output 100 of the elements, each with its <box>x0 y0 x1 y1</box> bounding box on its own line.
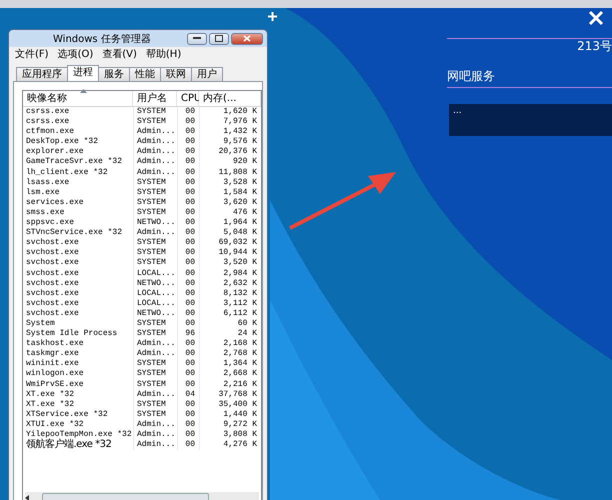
table-cell: 00 <box>177 218 199 228</box>
table-cell: 00 <box>177 208 199 218</box>
tab[interactable]: 性能 <box>129 67 161 81</box>
table-cell: SYSTEM <box>133 248 177 258</box>
table-cell: SYSTEM <box>133 107 177 118</box>
table-cell: 00 <box>177 430 199 440</box>
tab[interactable]: 进程 <box>67 65 99 81</box>
table-cell: 00 <box>177 288 199 299</box>
table-cell: 00 <box>177 157 199 168</box>
menu-item[interactable]: 选项(O) <box>58 47 94 61</box>
table-cell: SYSTEM <box>133 178 177 188</box>
table-cell-text: XTUI.exe *32 <box>25 420 85 430</box>
table-cell: 00 <box>177 107 199 118</box>
minimize-icon <box>193 37 201 40</box>
table-cell: 10,944 K <box>199 248 261 258</box>
table-cell: 00 <box>177 228 199 238</box>
table-cell: 2,632 K <box>199 278 261 289</box>
table-cell: SYSTEM <box>133 400 177 410</box>
table-cell: 00 <box>177 248 199 258</box>
table-cell: 1,584 K <box>199 188 261 198</box>
table-cell-text: lsass.exe <box>25 178 70 188</box>
tab[interactable]: 用户 <box>191 67 223 81</box>
table-cell: 00 <box>177 268 199 279</box>
table-cell-text: services.exe <box>25 198 85 208</box>
table-cell: 00 <box>177 339 199 350</box>
table-cell-text: DeskTop.exe *32 <box>25 137 100 147</box>
table-cell: Admin... <box>133 147 177 158</box>
table-cell-text: svchost.exe <box>25 238 80 248</box>
table-cell-text: svchost.exe <box>25 288 80 299</box>
table-cell: 2,668 K <box>199 369 261 380</box>
table-cell: 4,276 K <box>199 440 261 450</box>
table-cell: SYSTEM <box>133 318 177 330</box>
table-cell-text: System Idle Process <box>25 329 118 339</box>
table-cell: SYSTEM <box>133 188 177 198</box>
close-icon[interactable] <box>588 10 604 26</box>
table-cell: 3,520 K <box>199 258 261 268</box>
table-cell: 2,984 K <box>199 268 261 279</box>
table-cell: 3,620 K <box>199 198 261 208</box>
table-cell: 11,808 K <box>199 168 261 178</box>
table-cell: 2,768 K <box>199 349 261 360</box>
table-cell-text: GameTraceSvr.exe *32 <box>25 157 124 168</box>
table-cell-text: WmiPrvSE.exe <box>25 380 85 390</box>
table-cell: 00 <box>177 318 199 330</box>
close-button[interactable] <box>231 32 263 44</box>
tab[interactable]: 服务 <box>98 67 130 81</box>
table-cell: 00 <box>177 420 199 430</box>
table-cell: Admin... <box>133 137 177 148</box>
table-cell: 00 <box>177 238 199 248</box>
table-cell: SYSTEM <box>133 359 177 370</box>
table-cell-text: taskhost.exe <box>25 339 85 349</box>
table-cell: 00 <box>177 308 199 319</box>
scroll-left-arrow-icon[interactable] <box>25 494 30 500</box>
table-cell-text: svchost.exe <box>25 298 80 309</box>
table-cell: 2,216 K <box>199 380 261 390</box>
maximize-icon <box>215 35 223 42</box>
menu-item[interactable]: 查看(V) <box>102 47 137 61</box>
table-cell: 5,048 K <box>199 228 261 238</box>
table-cell-text: csrss.exe <box>25 117 70 127</box>
table-cell: 00 <box>177 178 199 188</box>
horizontal-scrollbar[interactable] <box>25 492 259 500</box>
table-cell: 20,376 K <box>199 147 261 158</box>
table-cell: 1,364 K <box>199 359 261 370</box>
tab[interactable]: 联网 <box>160 67 192 81</box>
table-cell: 00 <box>177 117 199 128</box>
table-cell: Admin... <box>133 390 177 400</box>
table-cell: 00 <box>177 168 199 178</box>
table-cell: SYSTEM <box>133 410 177 420</box>
table-cell-text: svchost.exe <box>25 258 80 268</box>
table-cell: 8,132 K <box>199 288 261 299</box>
table-cell: 04 <box>177 390 199 400</box>
table-cell: 9,576 K <box>199 137 261 148</box>
column-header[interactable]: 内存(... <box>199 91 261 106</box>
minimize-button[interactable] <box>187 32 207 44</box>
table-cell: 96 <box>177 329 199 340</box>
table-cell-text: csrss.exe <box>25 107 70 118</box>
maximize-button[interactable] <box>209 32 229 44</box>
table-cell: 00 <box>177 380 199 390</box>
table-cell: LOCAL... <box>133 268 177 279</box>
table-cell: 1,620 K <box>199 107 261 118</box>
service-label: 网吧服务 <box>447 69 496 83</box>
menu-item[interactable]: 文件(F) <box>15 47 49 61</box>
table-cell: 35,400 K <box>199 400 261 410</box>
table-cell: NETWO... <box>133 278 177 289</box>
table-cell: SYSTEM <box>133 258 177 268</box>
table-cell-text: winlogon.exe <box>25 369 85 380</box>
table-cell: Admin... <box>133 168 177 178</box>
tab[interactable]: 应用程序 <box>16 67 68 81</box>
table-cell-text: XTService.exe *32 <box>25 410 109 420</box>
table-cell-text: svchost.exe <box>25 278 80 289</box>
menu-item[interactable]: 帮助(H) <box>146 47 182 61</box>
table-cell-text: svchost.exe <box>25 268 80 279</box>
table-cell: 00 <box>177 258 199 268</box>
plus-icon[interactable] <box>268 12 277 21</box>
table-cell: 1,440 K <box>199 410 261 420</box>
table-cell: SYSTEM <box>133 238 177 248</box>
table-cell: Admin... <box>133 349 177 360</box>
table-cell: 00 <box>177 359 199 370</box>
table-cell: 00 <box>177 440 199 450</box>
table-cell: 1,964 K <box>199 218 261 228</box>
table-cell: 9,272 K <box>199 420 261 430</box>
